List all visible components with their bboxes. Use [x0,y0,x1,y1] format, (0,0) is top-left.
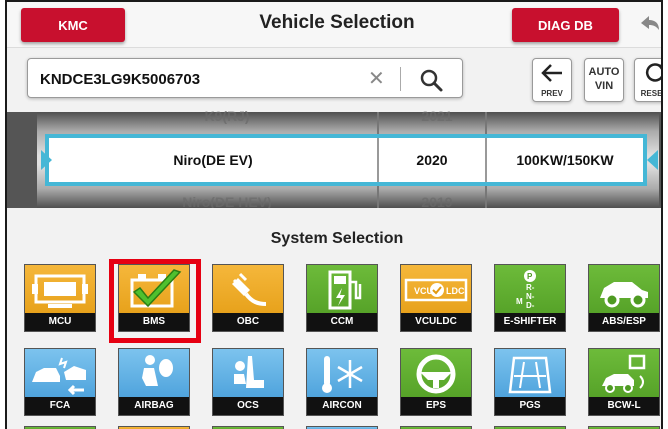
vin-input[interactable] [40,68,360,90]
reset-label: RESET [640,89,663,98]
prev-label: PREV [541,89,563,98]
vehicle-drum-picker[interactable]: K9(RJ) 2021 Niro(DE HEV) 2019 Niro(DE EV… [7,108,661,210]
airbag-icon [119,349,189,399]
arrow-left-icon [541,64,562,82]
svg-text:D-: D- [526,301,535,310]
tile-label: OBC [213,313,283,331]
gear-shifter-icon: P R- N- D- M [495,265,565,315]
auto-vin-button[interactable]: AUTO VIN [584,58,624,102]
system-tile-fca[interactable]: FCA [24,348,96,416]
app-window: KMC Vehicle Selection DIAG DB ✕ PREV AUT… [5,0,663,429]
snowflake-thermo-icon [307,349,377,399]
drum-year-above[interactable]: 2021 [382,108,492,124]
tile-label: E-SHIFTER [495,313,565,331]
diag-db-button[interactable]: DIAG DB [512,8,619,42]
vin-search-box: ✕ [27,58,463,98]
steering-wheel-icon [401,349,471,399]
system-tile-ccm[interactable]: CCM [306,264,378,332]
system-tile-eps[interactable]: EPS [400,348,472,416]
clear-icon[interactable]: ✕ [368,66,385,91]
svg-text:M: M [516,297,523,306]
tile-label: CCM [307,313,377,331]
system-tile-airbag[interactable]: AIRBAG [118,348,190,416]
tile-label: EPS [401,397,471,415]
drum-model-above[interactable]: K9(RJ) [127,108,327,124]
svg-text:LDC: LDC [446,286,465,296]
kmc-button[interactable]: KMC [21,8,125,42]
return-arrow-icon[interactable] [637,12,663,38]
system-selection-title: System Selection [270,230,404,247]
system-tile-e-shifter[interactable]: P R- N- D- M E-SHIFTER [494,264,566,332]
tile-label: OCS [213,397,283,415]
svg-text:P: P [527,272,533,281]
drum-selected-row[interactable]: Niro(DE EV) 2020 100KW/150KW [45,134,647,186]
refresh-icon [645,63,661,82]
tile-label: VCULDC [401,313,471,331]
tile-label: AIRBAG [119,397,189,415]
seat-occupant-icon [213,349,283,399]
car-side-icon [589,265,659,315]
prev-button[interactable]: PREV [532,58,572,102]
mcu-icon [25,265,95,315]
selection-marker-right-icon [647,150,658,170]
parking-guide-icon [495,349,565,399]
tile-label: ABS/ESP [589,313,659,331]
collision-cars-icon [25,349,95,399]
divider [400,67,401,91]
svg-text:N-: N- [526,292,535,301]
svg-text:R-: R- [526,283,535,292]
tile-label: FCA [25,397,95,415]
system-tile-obc[interactable]: OBC [212,264,284,332]
system-tile-pgs[interactable]: PGS [494,348,566,416]
charging-station-icon [307,265,377,315]
system-tile-vculdc[interactable]: VCU LDC VCULDC [400,264,472,332]
header-bar: KMC Vehicle Selection DIAG DB [7,2,661,48]
selection-marker-left-icon [41,150,52,170]
reset-button[interactable]: RESET [634,58,663,102]
tile-label: PGS [495,397,565,415]
system-tile-abs-esp[interactable]: ABS/ESP [588,264,660,332]
system-tile-ocs[interactable]: OCS [212,348,284,416]
selected-model: Niro(DE EV) [173,152,253,168]
vcu-ldc-icon: VCU LDC [401,265,471,315]
bms-highlight-box [109,259,201,343]
system-tile-aircon[interactable]: AIRCON [306,348,378,416]
tile-label: BCW-L [589,397,659,415]
system-tile-mcu[interactable]: MCU [24,264,96,332]
selected-engine: 100KW/150KW [516,152,614,168]
page-title: Vehicle Selection [259,12,415,33]
blind-spot-icon [589,349,659,399]
tile-label: MCU [25,313,95,331]
selected-year: 2020 [416,152,448,168]
charger-plug-icon [213,265,283,315]
auto-vin-label: AUTO VIN [588,66,620,92]
system-tile-bcw-l[interactable]: BCW-L [588,348,660,416]
tile-label: AIRCON [307,397,377,415]
search-icon[interactable] [418,67,444,93]
